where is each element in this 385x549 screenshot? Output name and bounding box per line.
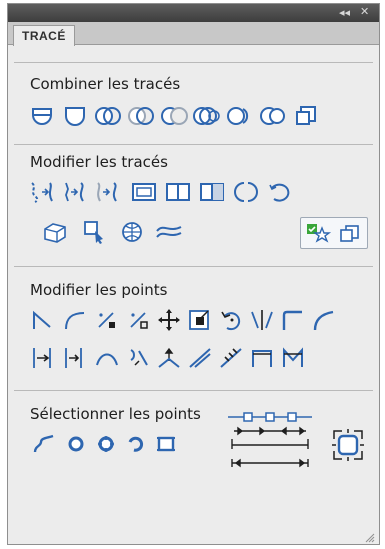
rotate-points-icon[interactable] [217,307,245,333]
smooth-point-icon[interactable] [61,307,89,333]
move-point-icon[interactable] [155,307,183,333]
modify-points-section-title: Modifier les points [30,281,168,299]
select-circle-points-icon[interactable] [62,431,90,457]
select-points-section: Sélectionner les points [14,390,373,501]
smooth-path-icon[interactable] [61,179,89,205]
modify-points-section: Modifier les points [14,266,373,389]
panel-titlebar: ◂◂ ✕ [8,4,379,22]
resize-grip-icon[interactable] [365,530,375,543]
select-end-points-icon[interactable] [30,431,58,457]
notch-join-icon[interactable] [279,345,307,371]
distribute-diagonal-icon[interactable] [217,345,245,371]
envelope-warp-icon[interactable] [155,219,183,245]
spread-points-icon[interactable] [155,345,183,371]
offset-path-icon[interactable] [94,179,122,205]
combine-crop-icon[interactable] [226,103,254,129]
combine-subtract-icon[interactable] [61,103,89,129]
combine-back-minus-front-icon[interactable] [160,103,188,129]
add-point-path-icon[interactable] [198,179,226,205]
collapse-icon[interactable]: ◂◂ [339,6,350,20]
corner-point-icon[interactable] [29,307,57,333]
grid-sphere-icon[interactable] [118,219,146,245]
star-options-icon[interactable] [304,220,332,246]
combine-punch-icon[interactable] [292,103,320,129]
combine-intersect-icon[interactable] [94,103,122,129]
combine-section-title: Combiner les tracés [30,75,181,93]
split-path-icon[interactable] [164,179,192,205]
arc-points-icon[interactable] [93,345,121,371]
tab-trace[interactable]: TRACÉ [13,25,75,46]
align-diagonal-icon[interactable] [186,345,214,371]
curve-handle-icon[interactable] [125,345,153,371]
curve-segment-point-icon[interactable] [125,307,153,333]
close-panel-icon[interactable]: ✕ [360,5,369,19]
path-panel: ◂◂ ✕ TRACÉ Combiner les tracés Modifier … [7,3,380,545]
select-square-points-icon[interactable] [152,431,180,457]
modify-paths-section: Modifier les tracés [14,144,373,265]
combine-section: Combiner les tracés [14,62,373,143]
combine-outline-icon[interactable] [259,103,287,129]
combine-exclude-icon[interactable] [127,103,155,129]
reflect-points-icon[interactable] [248,307,276,333]
simplify-path-icon[interactable] [28,179,56,205]
modify-paths-section-title: Modifier les tracés [30,153,168,171]
select-points-section-title: Sélectionner les points [30,405,201,423]
select-distributed-points-icon[interactable] [224,409,316,471]
round-corner-icon[interactable] [310,307,338,333]
tab-join-icon[interactable] [248,345,276,371]
scale-points-icon[interactable] [186,307,214,333]
fill-paths-icon[interactable] [41,219,69,245]
select-all-points-icon[interactable] [92,431,120,457]
close-path-icon[interactable] [232,179,260,205]
tab-row: TRACÉ [8,22,379,46]
combine-divide-icon[interactable] [193,103,221,129]
reverse-path-icon[interactable] [266,179,294,205]
combine-unite-icon[interactable] [28,103,56,129]
add-point-middle-icon[interactable] [61,345,89,371]
fillet-corner-icon[interactable] [279,307,307,333]
select-open-points-icon[interactable] [122,431,150,457]
duplicate-shapes-icon[interactable] [336,220,364,246]
outline-stroke-icon[interactable] [130,179,158,205]
select-by-attribute-icon[interactable] [81,219,109,245]
line-segment-point-icon[interactable] [93,307,121,333]
add-point-right-icon[interactable] [29,345,57,371]
select-bounding-points-icon[interactable] [330,427,366,463]
